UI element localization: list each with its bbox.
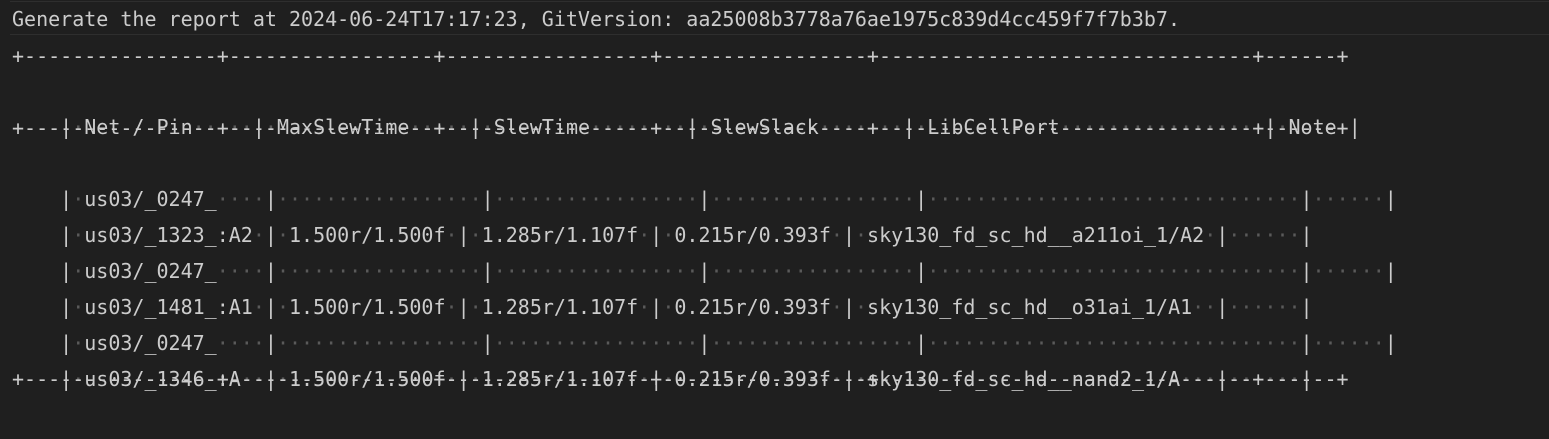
whitespace-marker: ······ [1312,187,1385,211]
table-pipe: | [1384,187,1397,211]
table-row: |·us03/_0247_····|·················|····… [12,217,1397,283]
whitespace-marker: ······ [1312,259,1385,283]
table-pipe: | [1384,331,1397,355]
table-pipe: | [1384,259,1397,283]
table-separator-top: +----------------+-----------------+----… [12,44,1349,68]
table-separator-middle: +----------------+-----------------+----… [12,116,1349,140]
table-row: |·us03/_1481_:A1·|·1.500r/1.500f·|·1.285… [12,253,1312,319]
table-header-row: |·Net / Pin·····|·MaxSlewTime·····|·Slew… [12,73,1361,139]
table-row: |·us03/_0247_····|·················|····… [12,289,1397,355]
report-header-line: Generate the report at 2024-06-24T17:17:… [12,7,1180,31]
table-row: |·us03/_1346_:A··|·1.500r/1.500f·|·1.285… [12,325,1312,391]
whitespace-marker: ······ [1312,331,1385,355]
table-separator-bottom: +----------------+-----------------+----… [12,367,1349,391]
table-row: |·us03/_1323_:A2·|·1.500r/1.500f·|·1.285… [12,181,1312,247]
text-editor[interactable]: Generate the report at 2024-06-24T17:17:… [0,0,1549,439]
table-row: |·us03/_0247_····|·················|····… [12,145,1397,211]
pipe: | [1348,115,1361,139]
